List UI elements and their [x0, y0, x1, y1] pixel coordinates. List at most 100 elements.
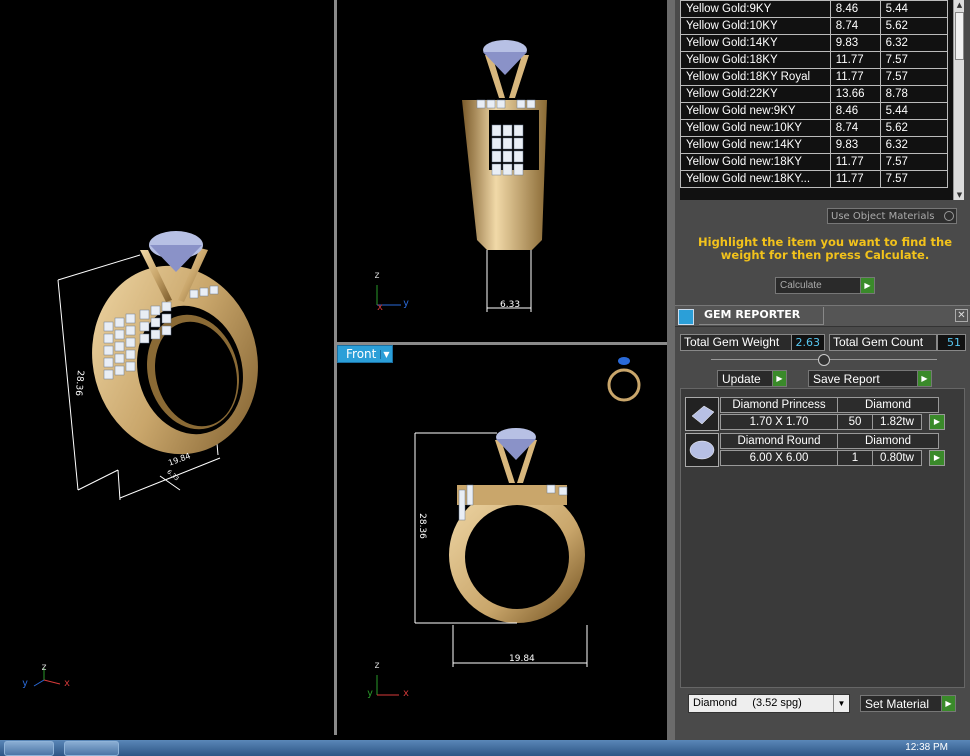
weight-table-row[interactable]: Yellow Gold new:14KY 9.83 6.32 [680, 136, 949, 154]
material-select[interactable]: Diamond (3.52 spg) ▼ [688, 694, 850, 713]
weight-value-cell: 8.74 [829, 119, 881, 137]
axis-z-label: z [374, 270, 381, 281]
chevron-down-icon: ▼ [380, 349, 392, 359]
gem-name: Diamond Princess [720, 397, 838, 413]
perspective-viewport[interactable]: z y x 28.36 19.84 6.33 [0, 0, 334, 735]
use-object-materials-label: Use Object Materials [831, 210, 935, 222]
taskbar: 12:38 PM [0, 740, 970, 756]
play-arrow-icon[interactable]: ▶ [929, 414, 945, 430]
weight-alt-cell: 6.32 [879, 136, 949, 154]
weight-value-cell: 9.83 [829, 34, 881, 52]
weight-alt-cell: 5.62 [879, 17, 949, 35]
material-name-cell: Yellow Gold:18KY Royal [680, 68, 831, 86]
panel-splitter[interactable] [667, 0, 675, 740]
axis-y-label: y [403, 298, 410, 309]
material-name-cell: Yellow Gold new:18KY... [680, 170, 831, 188]
weight-value-cell: 9.83 [829, 136, 881, 154]
calculate-button[interactable]: Calculate ▶ [775, 277, 875, 294]
axis-x-label: x [377, 302, 384, 313]
axis-y-label: y [22, 678, 29, 689]
weight-alt-cell: 7.57 [879, 153, 949, 171]
material-weight-panel: Yellow Gold:9KY 8.46 5.44 Yellow Gold:10KY 8… [675, 0, 970, 740]
gem-material: Diamond [837, 433, 939, 449]
weight-table-scrollbar[interactable]: ▲ ▼ [953, 0, 964, 200]
material-name-cell: Yellow Gold new:9KY [680, 102, 831, 120]
close-icon[interactable]: ✕ [955, 309, 968, 322]
clock: 12:38 PM [905, 742, 948, 753]
material-name-cell: Yellow Gold new:14KY [680, 136, 831, 154]
update-label: Update [722, 371, 761, 386]
weight-table-row[interactable]: Yellow Gold new:9KY 8.46 5.44 [680, 102, 949, 120]
weight-table-row[interactable]: Yellow Gold:10KY 8.74 5.62 [680, 17, 949, 35]
weight-table: Yellow Gold:9KY 8.46 5.44 Yellow Gold:10KY 8… [680, 0, 949, 188]
axis-z-label: z [374, 660, 381, 671]
weight-value-cell: 11.77 [829, 51, 881, 69]
weight-table-row[interactable]: Yellow Gold new:10KY 8.74 5.62 [680, 119, 949, 137]
dimension-depth-label: 6.33 [500, 300, 521, 310]
calculate-label: Calculate [780, 280, 822, 291]
round-gem-icon [685, 433, 719, 467]
radio-icon[interactable] [944, 211, 954, 221]
gem-weight: 0.80tw [872, 450, 922, 466]
gem-row[interactable]: Diamond Princess Diamond 1.70 X 1.70 50 … [685, 397, 947, 431]
save-report-label: Save Report [813, 371, 880, 386]
weight-value-cell: 8.46 [829, 0, 881, 18]
update-button[interactable]: Update ▶ [717, 370, 787, 387]
weight-table-container: Yellow Gold:9KY 8.46 5.44 Yellow Gold:10KY 8… [680, 0, 964, 200]
weight-table-row[interactable]: Yellow Gold:18KY 11.77 7.57 [680, 51, 949, 69]
gem-reporter-slider[interactable] [711, 354, 937, 366]
axis-y-label: y [367, 688, 374, 699]
front-viewport[interactable]: Front ▼ 28.36 19.84 z y x [337, 345, 667, 735]
gem-count: 1 [837, 450, 873, 466]
weight-alt-cell: 5.62 [879, 119, 949, 137]
weight-table-row[interactable]: Yellow Gold:9KY 8.46 5.44 [680, 0, 949, 18]
chevron-down-icon[interactable]: ▼ [833, 695, 849, 712]
weight-alt-cell: 8.78 [879, 85, 949, 103]
slider-knob[interactable] [818, 354, 830, 366]
weight-table-row[interactable]: Yellow Gold new:18KY 11.77 7.57 [680, 153, 949, 171]
play-arrow-icon[interactable]: ▶ [929, 450, 945, 466]
gem-reporter-header: GEM REPORTER ✕ [675, 305, 970, 327]
total-gem-weight-label: Total Gem Weight [680, 334, 794, 351]
material-name-cell: Yellow Gold:14KY [680, 34, 831, 52]
weight-value-cell: 13.66 [829, 85, 881, 103]
set-material-label: Set Material [865, 696, 930, 711]
gem-list: Diamond Princess Diamond 1.70 X 1.70 50 … [680, 388, 965, 688]
axis-z-label: z [41, 662, 48, 673]
weight-alt-cell: 5.44 [879, 0, 949, 18]
material-name-cell: Yellow Gold:10KY [680, 17, 831, 35]
weight-table-row[interactable]: Yellow Gold:22KY 13.66 8.78 [680, 85, 949, 103]
total-gem-count-value: 51 [937, 334, 966, 351]
weight-alt-cell: 7.57 [879, 51, 949, 69]
scroll-down-icon[interactable]: ▼ [954, 190, 964, 200]
axis-x-label: x [64, 678, 71, 689]
weight-table-row[interactable]: Yellow Gold:18KY Royal 11.77 7.57 [680, 68, 949, 86]
set-material-button[interactable]: Set Material ▶ [860, 695, 956, 712]
side-viewport[interactable]: 6.33 z x y [337, 0, 667, 342]
axis-x-label: x [403, 688, 410, 699]
dimension-height-label: 28.36 [416, 513, 427, 539]
scroll-up-icon[interactable]: ▲ [954, 0, 964, 10]
gem-weight: 1.82tw [872, 414, 922, 430]
weight-alt-cell: 7.57 [879, 170, 949, 188]
weight-value-cell: 11.77 [829, 153, 881, 171]
save-report-button[interactable]: Save Report ▶ [808, 370, 932, 387]
princess-gem-icon [685, 397, 719, 431]
use-object-materials-checkbox[interactable]: Use Object Materials [827, 208, 957, 224]
taskbar-app-button[interactable] [64, 741, 119, 756]
play-arrow-icon: ▶ [917, 371, 931, 386]
gem-row[interactable]: Diamond Round Diamond 6.00 X 6.00 1 0.80… [685, 433, 947, 467]
gem-count: 50 [837, 414, 873, 430]
material-name-cell: Yellow Gold new:10KY [680, 119, 831, 137]
total-gem-weight-value: 2.63 [791, 334, 825, 351]
weight-table-row[interactable]: Yellow Gold new:18KY... 11.77 7.57 [680, 170, 949, 188]
view-selector-dropdown[interactable]: Front ▼ [337, 345, 393, 363]
weight-value-cell: 11.77 [829, 170, 881, 188]
material-select-value: Diamond (3.52 spg) [693, 697, 802, 709]
gem-reporter-icon [678, 309, 694, 325]
scrollbar-thumb[interactable] [955, 12, 964, 60]
start-button[interactable] [4, 741, 54, 756]
weight-alt-cell: 7.57 [879, 68, 949, 86]
ring-front-render [376, 357, 641, 696]
weight-table-row[interactable]: Yellow Gold:14KY 9.83 6.32 [680, 34, 949, 52]
